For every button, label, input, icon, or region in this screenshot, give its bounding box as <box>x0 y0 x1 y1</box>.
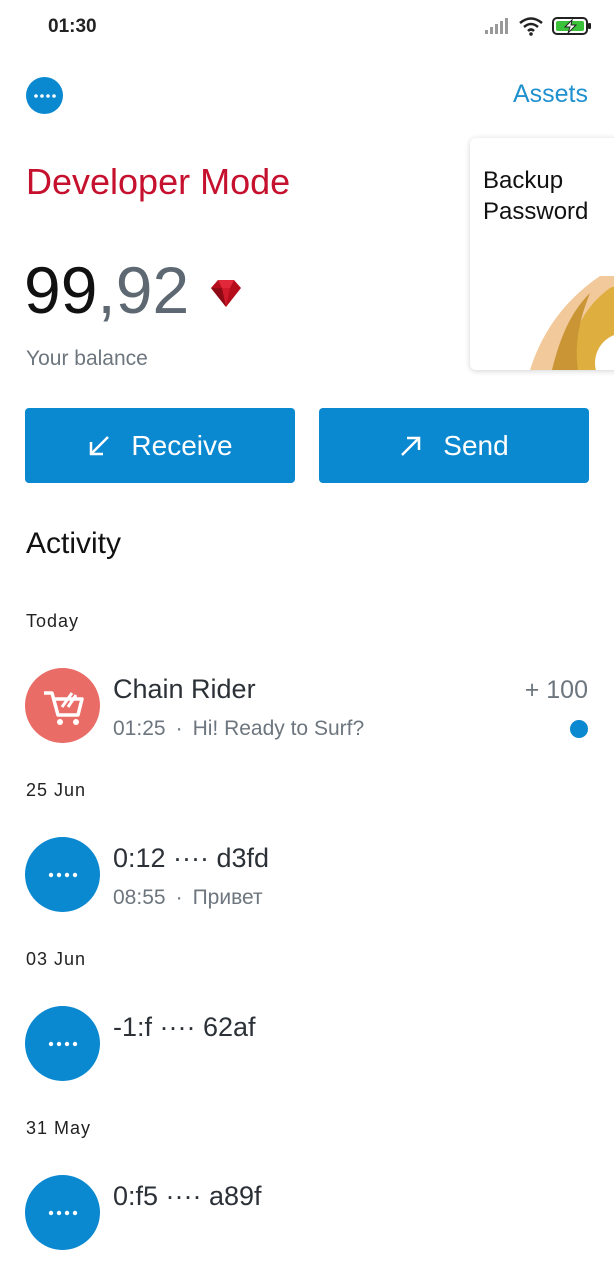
wifi-icon <box>519 17 543 36</box>
cart-icon <box>43 690 84 725</box>
transaction-name: Chain Rider <box>113 674 256 704</box>
activity-title: Activity <box>26 527 122 560</box>
transaction-time: 08:55 <box>113 886 166 909</box>
date-header-today: Today <box>26 611 80 631</box>
backup-card-title: Backup Password <box>483 167 589 225</box>
developer-mode-label: Developer Mode <box>26 161 291 202</box>
transaction-name: -1:f ···· 62af <box>113 1012 256 1042</box>
transaction-row[interactable]: 0:12 ···· d3fd 08:55 · Привет <box>0 837 614 937</box>
transaction-meta: 08:55 · Привет <box>113 886 263 910</box>
unread-dot <box>570 720 588 738</box>
date-header: 25 Jun <box>26 780 87 800</box>
backup-password-card[interactable]: Backup Password <box>470 138 614 370</box>
status-bar: 01:30 <box>0 0 614 56</box>
status-time: 01:30 <box>48 16 97 37</box>
dots-icon <box>48 1041 77 1046</box>
signal-icon <box>485 18 508 34</box>
transaction-row[interactable]: -1:f ···· 62af <box>0 1006 614 1106</box>
dots-icon <box>48 872 77 877</box>
arrow-up-right-icon <box>401 436 421 456</box>
avatar <box>25 668 100 743</box>
balance-integer: 99 <box>24 253 98 327</box>
dots-icon <box>48 1210 77 1215</box>
dots-icon <box>33 93 56 98</box>
balance-decimal: ,92 <box>97 253 190 327</box>
transaction-name: 0:f5 ···· a89f <box>113 1181 262 1211</box>
separator: · <box>175 886 183 909</box>
separator: · <box>175 717 183 740</box>
menu-button[interactable] <box>26 77 63 114</box>
transaction-message: Привет <box>192 886 263 909</box>
receive-label: Receive <box>131 429 233 461</box>
transaction-row[interactable]: 0:f5 ···· a89f <box>0 1175 614 1275</box>
balance-label: Your balance <box>26 347 148 370</box>
send-label: Send <box>443 429 509 461</box>
send-button[interactable]: Send <box>319 408 589 483</box>
transaction-meta: 01:25 · Hi! Ready to Surf? <box>113 717 364 741</box>
avatar <box>25 1175 100 1250</box>
receive-button[interactable]: Receive <box>25 408 295 483</box>
status-icons <box>484 16 592 36</box>
transaction-row[interactable]: Chain Rider 01:25 · Hi! Ready to Surf? + 1… <box>0 668 614 768</box>
avatar <box>25 837 100 912</box>
balance-amount: 99,92 <box>24 252 243 328</box>
transaction-name: 0:12 ···· d3fd <box>113 843 270 873</box>
avatar <box>25 1006 100 1081</box>
date-header: 03 Jun <box>26 949 87 969</box>
assets-link[interactable]: Assets <box>513 80 588 109</box>
date-header: 31 May <box>26 1118 92 1138</box>
ruby-gem-icon <box>211 280 242 307</box>
transaction-time: 01:25 <box>113 717 166 740</box>
arrow-down-left-icon <box>90 435 110 455</box>
transaction-message: Hi! Ready to Surf? <box>192 717 365 740</box>
battery-charging-icon <box>552 17 591 35</box>
transaction-amount: + 100 <box>524 676 588 704</box>
